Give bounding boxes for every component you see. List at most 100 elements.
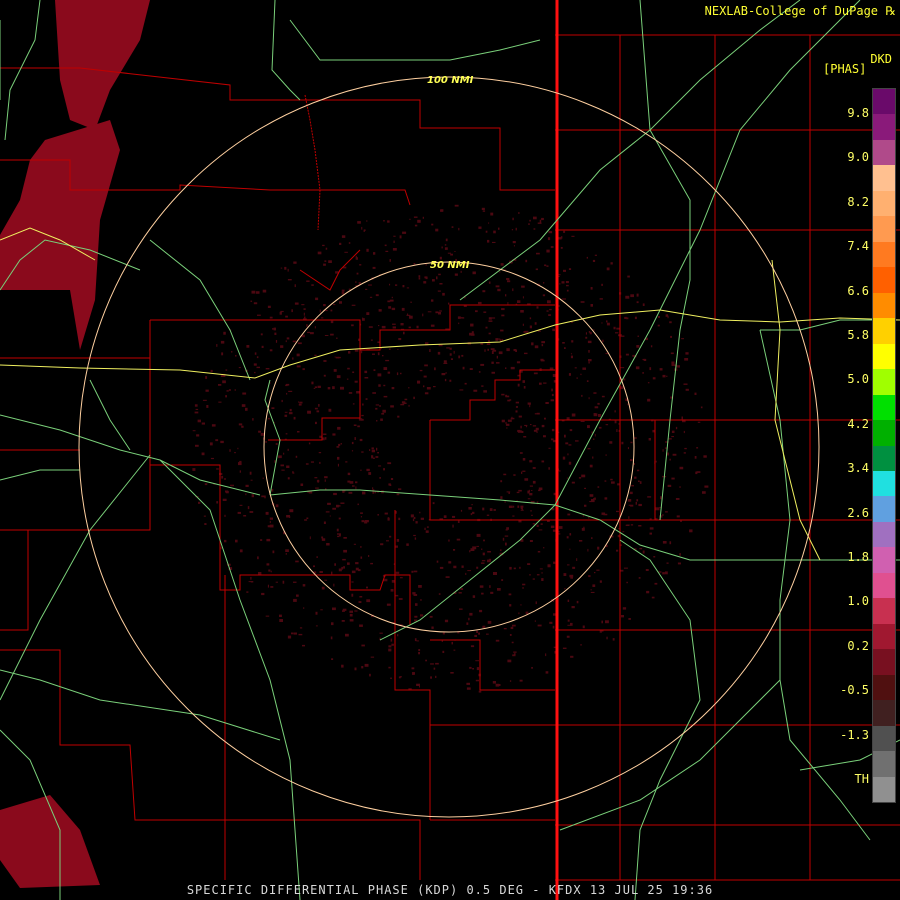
clutter-speck (472, 511, 475, 514)
clutter-speck (472, 668, 474, 670)
clutter-speck (409, 218, 411, 220)
clutter-speck (498, 227, 500, 230)
clutter-speck (553, 561, 556, 564)
clutter-speck (616, 510, 619, 513)
clutter-speck (355, 567, 359, 571)
clutter-speck (386, 540, 389, 542)
clutter-speck (531, 514, 533, 516)
clutter-speck (665, 511, 668, 513)
clutter-speck (683, 430, 685, 434)
clutter-speck (531, 667, 533, 669)
clutter-speck (324, 476, 328, 479)
clutter-speck (377, 514, 379, 516)
clutter-speck (669, 458, 671, 461)
clutter-speck (285, 433, 288, 435)
clutter-speck (488, 222, 490, 224)
clutter-speck (362, 403, 364, 406)
clutter-speck (487, 551, 491, 553)
clutter-speck (339, 242, 342, 245)
clutter-speck (192, 430, 196, 432)
clutter-speck (228, 389, 231, 391)
clutter-speck (330, 320, 334, 324)
clutter-speck (486, 633, 489, 635)
clutter-speck (458, 322, 460, 325)
clutter-speck (413, 396, 415, 400)
clutter-speck (601, 620, 603, 624)
clutter-speck (306, 280, 310, 282)
clutter-speck (529, 485, 533, 487)
clutter-speck (505, 294, 507, 297)
clutter-speck (521, 471, 523, 474)
clutter-speck (389, 299, 394, 302)
scale-segment (873, 165, 895, 192)
clutter-speck (513, 653, 516, 656)
clutter-speck (373, 252, 376, 255)
clutter-speck (474, 634, 477, 637)
clutter-speck (323, 360, 327, 362)
clutter-speck (466, 622, 469, 625)
clutter-speck (501, 393, 505, 396)
clutter-speck (425, 530, 429, 533)
clutter-speck (549, 308, 552, 311)
clutter-speck (535, 427, 539, 431)
clutter-speck (460, 588, 464, 590)
clutter-speck (250, 479, 253, 481)
clutter-speck (689, 529, 693, 533)
clutter-speck (261, 345, 264, 348)
scale-segment (873, 674, 895, 701)
clutter-speck (383, 367, 388, 370)
clutter-speck (361, 520, 365, 523)
clutter-speck (543, 382, 547, 384)
clutter-speck (323, 374, 326, 377)
clutter-speck (370, 656, 375, 658)
clutter-speck (298, 403, 302, 406)
clutter-speck (234, 389, 236, 391)
clutter-speck (247, 506, 250, 510)
clutter-speck (567, 564, 570, 566)
scale-segment (873, 420, 895, 446)
clutter-speck (414, 615, 418, 618)
clutter-speck (315, 421, 317, 425)
clutter-speck (529, 540, 533, 542)
clutter-speck (558, 470, 561, 472)
clutter-speck (298, 401, 299, 403)
clutter-speck (522, 458, 526, 461)
scale-tick-label: 6.6 (847, 283, 869, 298)
clutter-speck (284, 414, 288, 417)
clutter-speck (590, 287, 593, 290)
clutter-speck (314, 477, 318, 479)
clutter-speck (395, 284, 398, 286)
clutter-speck (461, 317, 465, 319)
clutter-speck (349, 619, 354, 622)
clutter-speck (659, 368, 663, 371)
clutter-speck (316, 410, 320, 413)
clutter-speck (662, 374, 666, 378)
clutter-speck (606, 320, 608, 323)
clutter-speck (598, 426, 602, 429)
clutter-speck (450, 672, 454, 674)
clutter-speck (529, 219, 531, 222)
clutter-speck (481, 560, 486, 562)
clutter-speck (315, 625, 318, 627)
clutter-speck (418, 652, 420, 655)
clutter-speck (434, 367, 436, 371)
clutter-speck (544, 264, 547, 267)
clutter-speck (195, 444, 199, 447)
clutter-speck (679, 486, 681, 488)
clutter-speck (541, 578, 544, 581)
clutter-speck (279, 614, 282, 617)
clutter-speck (571, 340, 574, 343)
clutter-speck (221, 352, 224, 356)
clutter-speck (390, 405, 394, 408)
clutter-speck (513, 567, 516, 570)
clutter-speck (508, 505, 513, 508)
clutter-speck (465, 572, 467, 575)
clutter-speck (336, 504, 339, 508)
clutter-speck (614, 420, 617, 424)
clutter-speck (610, 478, 613, 481)
clutter-speck (364, 377, 369, 379)
clutter-speck (680, 520, 682, 522)
clutter-speck (411, 570, 414, 573)
clutter-speck (481, 592, 484, 595)
clutter-speck (266, 563, 270, 566)
